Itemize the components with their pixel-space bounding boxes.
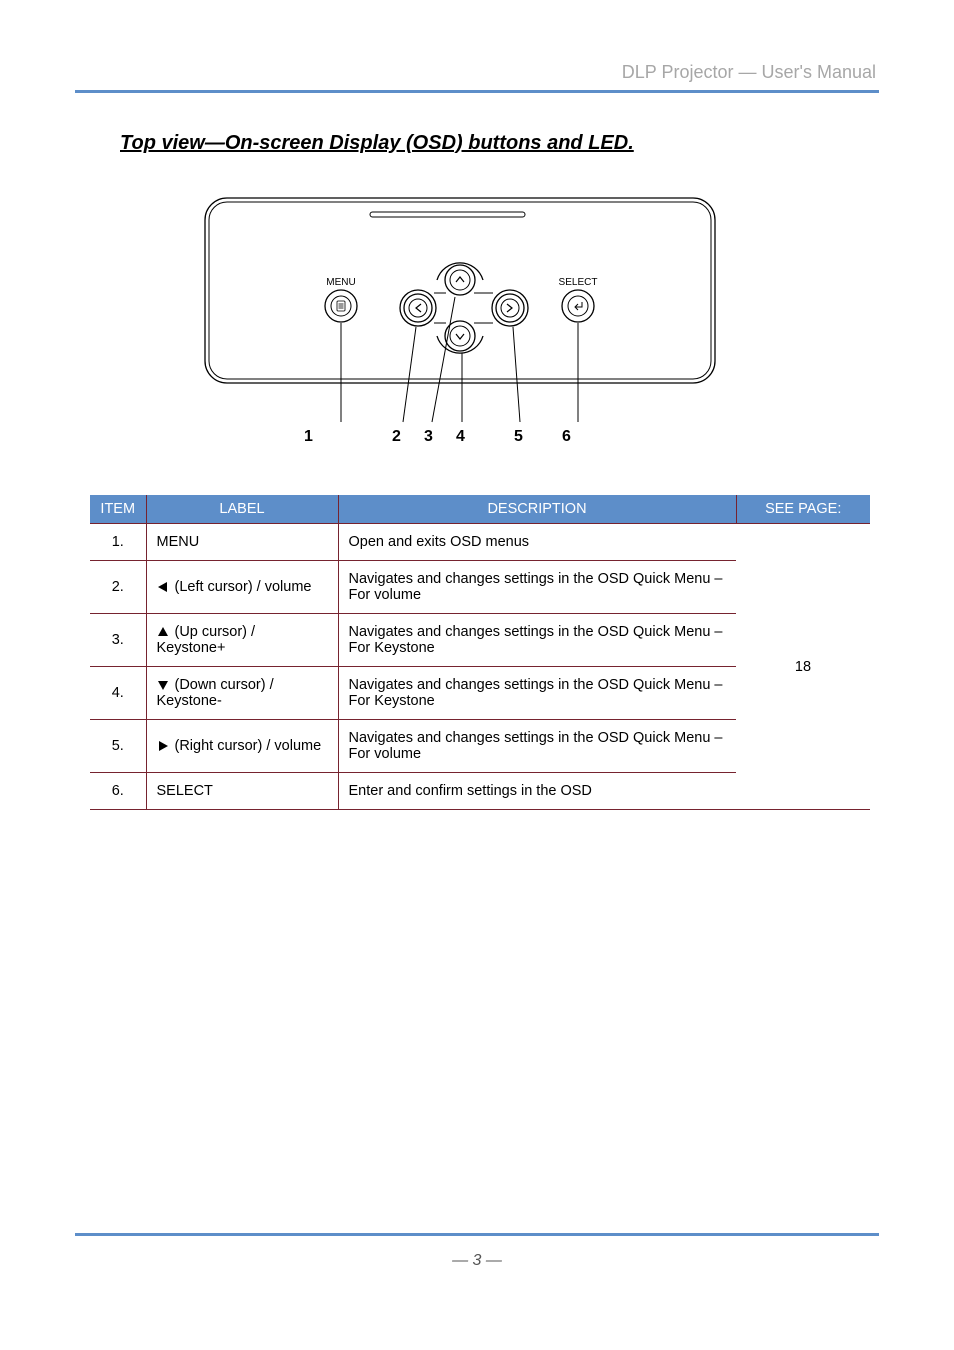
cell-item: 2.: [90, 561, 146, 614]
diagram-label-menu: MENU: [326, 277, 355, 288]
cell-item: 1.: [90, 524, 146, 561]
brand-header: DLP Projector — User's Manual: [622, 62, 876, 83]
cell-desc: Navigates and changes settings in the OS…: [338, 561, 736, 614]
dpad-right-button: [492, 290, 528, 326]
cell-label: (Down cursor) / Keystone-: [146, 667, 338, 720]
callout-5: 5: [514, 428, 523, 446]
page-number: — 3 —: [0, 1252, 954, 1270]
cell-item: 5.: [90, 720, 146, 773]
cell-label: MENU: [146, 524, 338, 561]
osd-buttons-table: ITEM LABEL DESCRIPTION SEE PAGE: 1. MENU…: [90, 495, 870, 810]
cell-label: (Up cursor) / Keystone+: [146, 614, 338, 667]
col-item: ITEM: [90, 495, 146, 524]
table-row: 1. MENU Open and exits OSD menus 18: [90, 524, 870, 561]
callout-1: 1: [304, 428, 313, 446]
cell-desc: Open and exits OSD menus: [338, 524, 736, 561]
col-label: LABEL: [146, 495, 338, 524]
cell-label: (Right cursor) / volume: [146, 720, 338, 773]
col-desc: DESCRIPTION: [338, 495, 736, 524]
top-divider: [75, 90, 879, 93]
table-header-row: ITEM LABEL DESCRIPTION SEE PAGE:: [90, 495, 870, 524]
cell-desc: Navigates and changes settings in the OS…: [338, 614, 736, 667]
callout-3: 3: [424, 428, 433, 446]
cell-label: (Left cursor) / volume: [146, 561, 338, 614]
right-arrow-icon: [157, 740, 169, 752]
up-arrow-icon: [157, 626, 169, 638]
callout-2: 2: [392, 428, 401, 446]
cell-item: 3.: [90, 614, 146, 667]
left-arrow-icon: [157, 581, 169, 593]
osd-diagram: MENU: [200, 190, 720, 465]
down-arrow-icon: [157, 679, 169, 691]
cell-item: 6.: [90, 773, 146, 810]
bottom-divider: [75, 1233, 879, 1236]
cell-desc: Enter and confirm settings in the OSD: [338, 773, 736, 810]
callout-4: 4: [456, 428, 465, 446]
callout-6: 6: [562, 428, 571, 446]
dpad-down-button: [437, 321, 483, 353]
section-title: Top view—On-screen Display (OSD) buttons…: [120, 132, 634, 155]
cell-desc: Navigates and changes settings in the OS…: [338, 720, 736, 773]
cell-seepage: 18: [736, 524, 870, 810]
dpad-up-button: [437, 263, 483, 295]
diagram-label-select: SELECT: [559, 277, 598, 288]
cell-label: SELECT: [146, 773, 338, 810]
cell-item: 4.: [90, 667, 146, 720]
cell-desc: Navigates and changes settings in the OS…: [338, 667, 736, 720]
dpad-left-button: [400, 290, 436, 326]
col-page: SEE PAGE:: [736, 495, 870, 524]
